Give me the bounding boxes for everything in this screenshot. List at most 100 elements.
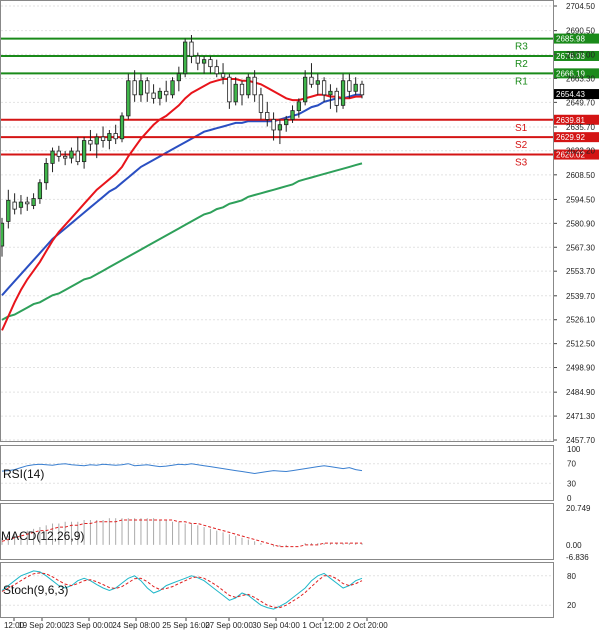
candle-body-down (258, 94, 264, 113)
candle-body-up (69, 150, 74, 159)
level-name-r2: R2 (515, 59, 528, 70)
candle-body-down (321, 80, 327, 96)
candle-body-up (157, 90, 163, 99)
price-tick-label: 2457.70 (566, 436, 595, 445)
candle-body-up (290, 110, 295, 120)
candle-body-up (44, 162, 49, 184)
candle-body-up (37, 182, 43, 199)
candle-body-down (164, 90, 169, 96)
time-tick-label: 27 Sep 00:00 (205, 621, 253, 630)
candle-body-up (176, 73, 181, 82)
candle-body-up (81, 140, 87, 163)
candle-body-up (126, 80, 131, 117)
price-tick-label: 2471.30 (566, 412, 595, 421)
price-tick-label: 2498.90 (566, 364, 595, 373)
candle-body-down (100, 136, 106, 141)
time-tick-label: 24 Sep 08:00 (112, 621, 160, 630)
candle-body-down (25, 201, 30, 205)
candle-body-down (151, 92, 156, 99)
candle-body-down (252, 76, 257, 96)
candle-body-down (359, 83, 365, 96)
candle-body-down (56, 150, 61, 157)
candle-body-up (296, 101, 301, 112)
candle-body-up (170, 80, 175, 96)
candle-body-up (277, 124, 283, 131)
candle-body-up (353, 83, 358, 92)
candle-body-down (189, 41, 194, 57)
candle-body-down (334, 90, 339, 106)
time-tick-label: 25 Sep 16:00 (162, 621, 210, 630)
candle-body-down (208, 59, 213, 68)
rsi-tick-label: 0 (567, 494, 572, 503)
price-tick-label: 2526.10 (566, 316, 595, 325)
price-tick-label: 2608.50 (566, 171, 595, 180)
candle-body-down (145, 80, 150, 94)
level-tag-s2: 2629.92 (556, 133, 585, 142)
rsi-tick-label: 30 (567, 479, 576, 488)
level-name-s2: S2 (515, 140, 528, 151)
time-tick-label: 1 Oct 12:00 (302, 621, 344, 630)
candle-body-down (220, 73, 226, 78)
candle-body-up (303, 76, 308, 103)
candle-body-up (50, 150, 55, 164)
rsi-tick-label: 70 (567, 460, 576, 469)
candle-body-down (12, 201, 17, 210)
stoch-label: Stoch(9,6,3) (3, 583, 68, 597)
candle-body-up (6, 199, 11, 222)
candle-body-up (183, 41, 188, 75)
candle-body-down (113, 133, 118, 140)
candle-body-up (31, 198, 36, 206)
candle-body-up (284, 119, 289, 126)
rsi-label: RSI(14) (3, 467, 44, 481)
level-tag-r3: 2685.98 (556, 35, 585, 44)
price-tick-label: 2649.70 (566, 98, 595, 107)
candle-body-up (315, 80, 320, 85)
candle-body-up (94, 136, 99, 145)
macd-tick-label: 20.749 (566, 504, 591, 513)
price-tick-label: 2484.90 (566, 388, 595, 397)
candle-body-up (138, 80, 144, 96)
price-tick-label: 2704.50 (566, 2, 595, 11)
price-chart: R32685.98R22676.08R12666.19S12639.81S226… (0, 0, 600, 632)
price-tick-label: 2677.00 (566, 50, 595, 59)
macd-label: MACD(12,26,9) (1, 529, 84, 543)
candle (183, 38, 188, 78)
candle-body-down (265, 111, 270, 120)
price-tick-label: 2635.70 (566, 123, 595, 132)
price-tick-label: 2663.30 (566, 74, 595, 83)
candle-body-down (132, 80, 137, 96)
price-tick-label: 2594.50 (566, 195, 595, 204)
last-price-tag: 2654.43 (556, 90, 585, 99)
macd-tick-label: -6.836 (566, 553, 589, 562)
price-tick-label: 2539.70 (566, 292, 595, 301)
price-tick-label: 2512.50 (566, 340, 595, 349)
level-name-s1: S1 (515, 123, 528, 134)
price-tick-label: 2580.90 (566, 219, 595, 228)
candle (246, 73, 251, 99)
time-tick-label: 19 Sep 20:00 (18, 621, 66, 630)
macd-tick-label: 0.00 (566, 541, 582, 550)
time-tick-label: 2 Oct 20:00 (346, 621, 388, 630)
stoch-tick-label: 20 (567, 601, 576, 610)
rsi-tick-label: 100 (567, 445, 581, 454)
level-name-r1: R1 (515, 76, 528, 87)
candle-body-down (75, 150, 80, 163)
candle-body-down (309, 76, 314, 85)
level-name-r3: R3 (515, 42, 528, 53)
candle-body-up (233, 83, 238, 103)
candle (126, 73, 131, 120)
price-tick-label: 2567.30 (566, 243, 595, 252)
stoch-tick-label: 80 (567, 572, 576, 581)
candle-body-down (63, 155, 68, 159)
price-tick-label: 2690.50 (566, 27, 595, 36)
level-name-s3: S3 (515, 158, 528, 169)
candle-body-up (340, 80, 346, 106)
candle-body-down (347, 80, 352, 92)
candle-body-down (227, 76, 232, 103)
candle-body-down (271, 119, 276, 131)
candle-body-down (195, 55, 200, 64)
candle-body-up (246, 76, 251, 96)
candle-body-up (107, 133, 112, 141)
candle-body-down (88, 140, 93, 145)
time-tick-label: 30 Sep 04:00 (252, 621, 300, 630)
